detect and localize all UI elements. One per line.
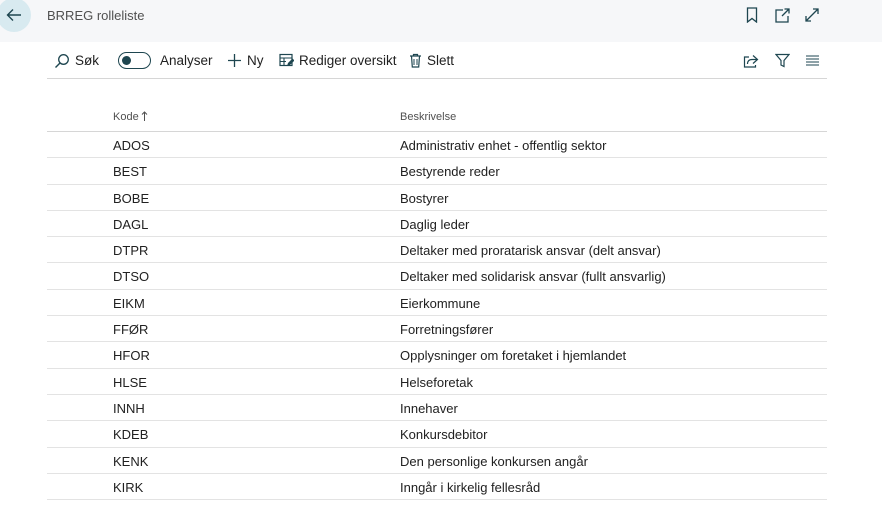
trash-icon — [410, 53, 421, 68]
column-header-label: Beskrivelse — [400, 111, 457, 123]
table-row[interactable]: DTSO Deltaker med solidarisk ansvar (full… — [47, 263, 827, 290]
code-cell[interactable]: HLSE — [113, 375, 147, 390]
new-label: Ny — [247, 53, 264, 68]
page-header: BRREG rolleliste — [0, 0, 882, 42]
code-cell[interactable]: DTPR — [113, 243, 148, 258]
search-button[interactable]: Søk — [54, 43, 99, 78]
share-button[interactable] — [740, 43, 762, 78]
edit-list-icon — [279, 53, 294, 67]
code-cell[interactable]: ADOS — [113, 138, 150, 153]
analyze-toggle[interactable]: Analyser — [118, 43, 213, 78]
description-cell: Bestyrende reder — [400, 164, 500, 180]
description-cell: Konkursdebitor — [400, 427, 488, 443]
table-row[interactable]: HFOR Opplysninger om foretaket i hjemland… — [47, 342, 827, 369]
switch-knob — [122, 55, 131, 65]
delete-button[interactable]: Slett — [409, 43, 454, 78]
table-row[interactable]: DTPR Deltaker med proratarisk ansvar (del… — [47, 237, 827, 264]
description-cell: Inngår i kirkelig fellesråd — [400, 479, 541, 495]
code-cell[interactable]: BOBE — [113, 191, 149, 206]
expand-button[interactable] — [801, 4, 823, 26]
code-cell[interactable]: HFOR — [113, 348, 150, 363]
description-cell: Innehaver — [400, 400, 458, 416]
description-cell: Den personlige konkursen angår — [400, 453, 588, 469]
edit-list-label: Rediger oversikt — [299, 53, 397, 68]
plus-icon — [228, 54, 241, 67]
share-icon — [743, 54, 759, 68]
list-view-icon — [805, 55, 819, 66]
table-row[interactable]: HLSE Helseforetak — [47, 369, 827, 395]
table-row[interactable]: BEST Bestyrende reder — [47, 158, 827, 185]
back-button[interactable] — [0, 0, 31, 32]
table-row[interactable]: BOBE Bostyrer — [47, 185, 827, 211]
table-row[interactable]: DAGL Daglig leder — [47, 211, 827, 238]
code-cell[interactable]: FFØR — [113, 322, 148, 337]
table-row[interactable]: KIRK Inngår i kirkelig fellesråd — [47, 474, 827, 501]
code-cell[interactable]: DAGL — [113, 217, 148, 232]
description-cell: Opplysninger om foretaket i hjemlandet — [400, 348, 627, 364]
expand-icon — [805, 8, 819, 22]
description-cell: Eierkommune — [400, 295, 481, 311]
table-body: ADOS Administrativ enhet - offentlig sekt… — [47, 132, 827, 501]
table-header: Kode Beskrivelse — [47, 104, 827, 132]
description-cell: Forretningsfører — [400, 322, 494, 338]
code-cell[interactable]: EIKM — [113, 296, 145, 311]
code-cell[interactable]: KIRK — [113, 480, 143, 495]
table-row[interactable]: EIKM Eierkommune — [47, 290, 827, 317]
table-row[interactable]: KENK Den personlige konkursen angår — [47, 448, 827, 474]
table-row[interactable]: FFØR Forretningsfører — [47, 316, 827, 343]
column-header-description[interactable]: Beskrivelse — [400, 111, 456, 123]
table-row[interactable]: KDEB Konkursdebitor — [47, 421, 827, 448]
analyze-switch[interactable] — [118, 52, 151, 69]
list-view-button[interactable] — [801, 43, 823, 78]
column-header-code[interactable]: Kode — [113, 110, 148, 123]
code-cell[interactable]: KDEB — [113, 427, 148, 442]
table-row[interactable]: INNH Innehaver — [47, 395, 827, 422]
description-cell: Administrativ enhet - offentlig sektor — [400, 138, 607, 153]
description-cell: Deltaker med solidarisk ansvar (fullt an… — [400, 269, 666, 285]
analyze-label: Analyser — [160, 53, 213, 68]
column-header-label: Kode — [113, 111, 139, 123]
search-label: Søk — [75, 53, 100, 68]
sort-ascending-icon — [141, 110, 148, 121]
open-new-window-button[interactable] — [771, 4, 793, 26]
table-row[interactable]: ADOS Administrativ enhet - offentlig sekt… — [47, 132, 827, 159]
search-icon — [55, 53, 69, 68]
edit-list-button[interactable]: Rediger oversikt — [279, 43, 397, 78]
roles-table: Kode Beskrivelse ADOS Administrativ enhet… — [47, 104, 827, 501]
code-cell[interactable]: DTSO — [113, 269, 149, 284]
page-title: BRREG rolleliste — [47, 8, 145, 23]
open-new-window-icon — [775, 7, 790, 23]
new-button[interactable]: Ny — [227, 43, 264, 78]
action-bar: Søk Analyser Ny Rediger oversikt Slett — [47, 43, 827, 79]
description-cell: Bostyrer — [400, 190, 449, 206]
bookmark-button[interactable] — [741, 4, 763, 26]
filter-button[interactable] — [771, 43, 793, 78]
code-cell[interactable]: INNH — [113, 401, 145, 416]
bookmark-icon — [746, 7, 758, 23]
description-cell: Helseforetak — [400, 374, 473, 390]
code-cell[interactable]: KENK — [113, 454, 148, 469]
code-cell[interactable]: BEST — [113, 164, 147, 179]
description-cell: Daglig leder — [400, 216, 470, 232]
filter-icon — [774, 53, 790, 68]
description-cell: Deltaker med proratarisk ansvar (delt an… — [400, 243, 661, 259]
delete-label: Slett — [427, 53, 455, 68]
back-arrow-icon — [6, 9, 21, 21]
